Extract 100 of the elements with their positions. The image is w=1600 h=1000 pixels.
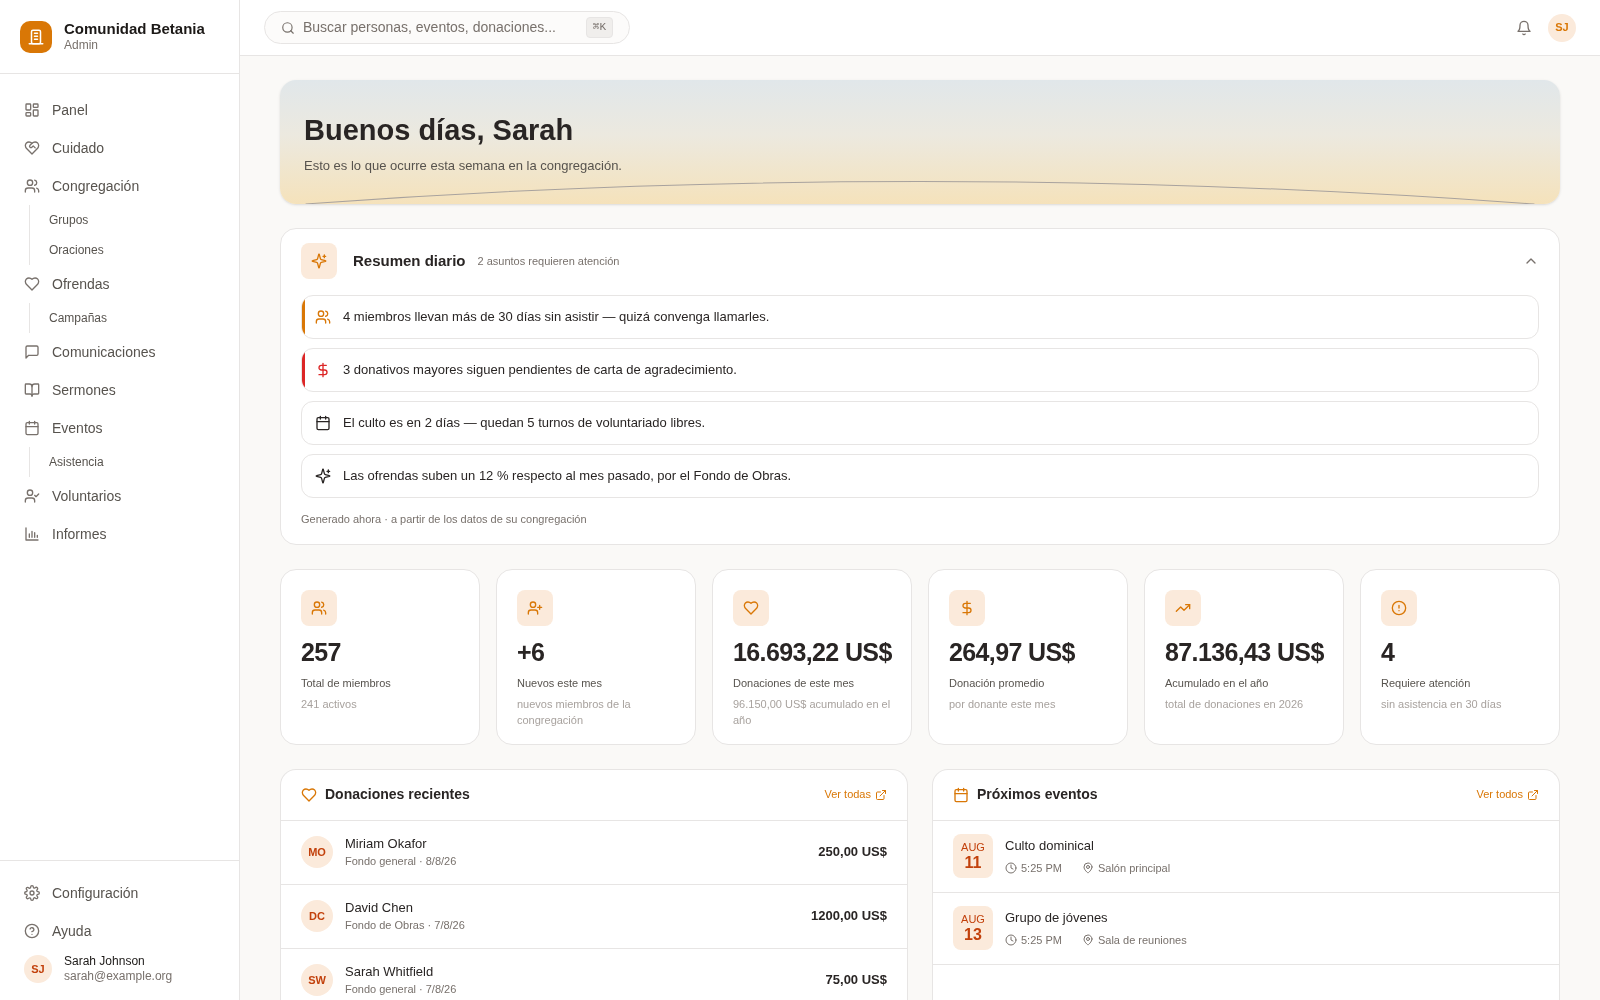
stat-value: +6 <box>517 636 546 668</box>
map-pin-icon <box>1081 861 1094 874</box>
nav-item[interactable]: Comunicaciones <box>16 333 223 371</box>
donor-avatar: DC <box>301 900 333 932</box>
stat-subtitle: por donante este mes <box>949 696 1057 712</box>
brand-name: Comunidad Betania <box>64 19 205 39</box>
stat-subtitle: 96.150,00 US$ acumulado en el año <box>733 696 891 728</box>
book-icon <box>24 382 40 398</box>
user-avatar[interactable]: SJ <box>24 955 52 983</box>
nav-item[interactable]: Configuración <box>16 874 223 912</box>
donation-row[interactable]: SW Sarah Whitfield Fondo general · 7/8/26 75,00 US$ <box>281 948 907 1000</box>
notifications-button[interactable] <box>1516 19 1532 36</box>
summary-item[interactable]: 4 miembros llevan más de 30 días sin asistir — quizá convenga llamarles. <box>301 295 1539 339</box>
stat-value: 4 <box>1381 636 1396 668</box>
summary-item[interactable]: El culto es en 2 días — quedan 5 turnos de voluntariado libres. <box>301 401 1539 445</box>
stat-label: Donación promedio <box>949 676 1046 691</box>
clock-icon <box>1005 861 1017 874</box>
nav-item[interactable]: Informes <box>16 515 223 553</box>
donation-detail: Fondo general · 8/8/26 <box>345 854 457 869</box>
summary-text: Las ofrendas suben un 12 % respecto al mes pasado, por el Fondo de Obras. <box>343 467 792 486</box>
date-badge: AUG 13 <box>953 906 993 950</box>
nav-item[interactable]: Eventos <box>16 409 223 447</box>
heart-icon <box>301 786 317 803</box>
dollar-icon <box>315 362 331 378</box>
event-place: Sala de reuniones <box>1097 932 1187 948</box>
donor-name: Sarah Whitfield <box>345 963 435 980</box>
nav-item[interactable]: Voluntarios <box>16 477 223 515</box>
external-link-icon <box>875 788 887 801</box>
stat-label: Donaciones de este mes <box>733 676 856 691</box>
donor-avatar: SW <box>301 964 333 996</box>
nav-item[interactable]: Congregación <box>16 167 223 205</box>
stat-subtitle: total de donaciones en 2026 <box>1165 696 1305 712</box>
summary-item[interactable]: Las ofrendas suben un 12 % respecto al mes pasado, por el Fondo de Obras. <box>301 454 1539 498</box>
nav-item[interactable]: Ayuda <box>16 912 223 950</box>
stat-label: Acumulado en el año <box>1165 676 1270 691</box>
map-pin-icon <box>1081 933 1094 946</box>
greeting-subtitle: Esto es lo que ocurre esta semana en la congregación. <box>304 157 623 176</box>
donation-row[interactable]: DC David Chen Fondo de Obras · 7/8/26 1200,00 US$ <box>281 884 907 949</box>
stat-label: Nuevos este mes <box>517 676 603 691</box>
summary-item[interactable]: 3 donativos mayores siguen pendientes de carta de agradecimiento. <box>301 348 1539 392</box>
users-icon <box>315 309 331 325</box>
stat-label: Total de miembros <box>301 676 392 691</box>
brand-role: Admin <box>64 38 99 54</box>
donor-avatar: MO <box>301 836 333 868</box>
sparkle-icon <box>311 253 327 269</box>
donation-detail: Fondo de Obras · 7/8/26 <box>345 918 465 933</box>
stat-subtitle: nuevos miembros de la congregación <box>517 696 632 728</box>
card-title: Donaciones recientes <box>325 785 470 804</box>
nav-subitem[interactable]: Asistencia <box>49 447 223 477</box>
search-icon <box>281 20 295 35</box>
stat-subtitle: 241 activos <box>301 696 358 712</box>
grid-icon <box>24 102 40 118</box>
external-link-icon <box>1527 788 1539 801</box>
event-place: Salón principal <box>1097 860 1171 876</box>
search-field[interactable]: Buscar personas, eventos, donaciones... ⌘K <box>264 11 630 44</box>
search-input[interactable]: Buscar personas, eventos, donaciones... <box>303 17 578 38</box>
event-row[interactable]: AUG 13 Grupo de jóvenes 5:25 PM Sala de reuniones <box>933 892 1559 965</box>
stat-value: 257 <box>301 636 342 668</box>
user-plus-icon <box>527 599 543 616</box>
summary-footer: Generado ahora · a partir de los datos de su congregación <box>301 511 1539 528</box>
nav-subitem[interactable]: Grupos <box>49 205 223 235</box>
nav-item[interactable]: Ofrendas <box>16 265 223 303</box>
calendar-icon <box>953 786 969 803</box>
event-name: Culto dominical <box>1005 837 1095 855</box>
user-name: Sarah Johnson <box>64 954 146 969</box>
donation-amount: 75,00 US$ <box>825 971 887 990</box>
event-name: Grupo de jóvenes <box>1005 909 1109 927</box>
stat-subtitle: sin asistencia en 30 días <box>1381 696 1503 712</box>
event-time: 5:25 PM <box>1021 860 1062 876</box>
summary-text: El culto es en 2 días — quedan 5 turnos de voluntariado libres. <box>343 414 706 433</box>
summary-title: Resumen diario <box>353 250 466 271</box>
clock-icon <box>1005 933 1017 946</box>
heart-icon <box>743 599 759 616</box>
heart-hand-icon <box>24 140 40 156</box>
user-email: sarah@example.org <box>64 969 173 984</box>
stat-label: Requiere atención <box>1381 676 1472 691</box>
nav-subitem[interactable]: Oraciones <box>49 235 223 265</box>
help-icon <box>24 923 40 939</box>
calendar-icon <box>24 420 40 436</box>
settings-icon <box>24 885 40 901</box>
stat-value: 16.693,22 US$ <box>733 636 891 668</box>
donation-row[interactable]: MO Miriam Okafor Fondo general · 8/8/26 250,00 US$ <box>281 820 907 885</box>
date-badge: AUG 11 <box>953 834 993 878</box>
stat-value: 87.136,43 US$ <box>1165 636 1323 668</box>
donor-name: Miriam Okafor <box>345 835 428 852</box>
event-row[interactable]: AUG 11 Culto dominical 5:25 PM Salón principal <box>933 820 1559 893</box>
nav-item[interactable]: Panel <box>16 91 223 129</box>
donation-amount: 250,00 US$ <box>818 843 887 862</box>
shortcut-key: ⌘K <box>585 17 613 38</box>
bell-icon <box>1516 19 1532 36</box>
nav-item[interactable]: Sermones <box>16 371 223 409</box>
donation-detail: Fondo general · 7/8/26 <box>345 982 457 997</box>
nav-item[interactable]: Cuidado <box>16 129 223 167</box>
bar-chart-icon <box>24 526 40 542</box>
sparkle-icon <box>315 468 331 484</box>
donation-amount: 1200,00 US$ <box>811 907 887 926</box>
nav-subitem[interactable]: Campañas <box>49 303 223 333</box>
summary-text: 4 miembros llevan más de 30 días sin asistir — quizá convenga llamarles. <box>343 308 770 327</box>
chat-bubble-icon <box>24 344 40 360</box>
user-check-icon <box>24 488 40 504</box>
